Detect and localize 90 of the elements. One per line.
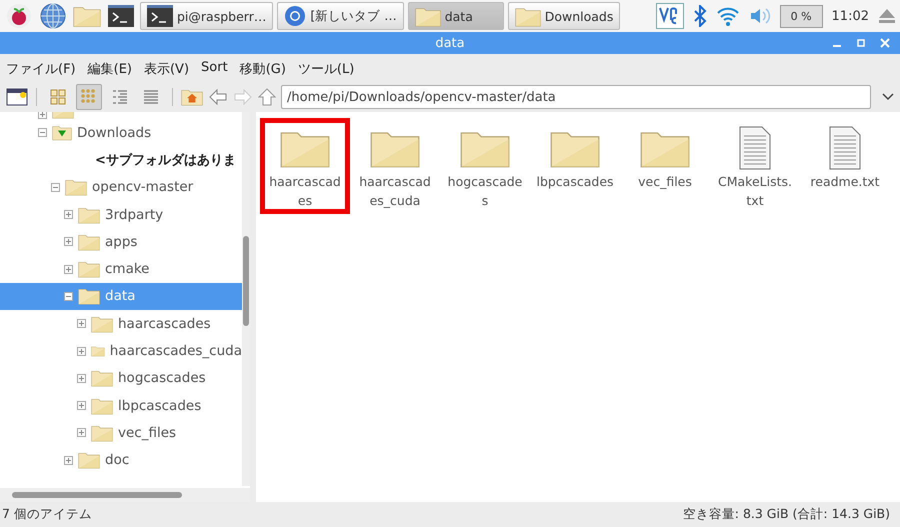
taskbar-button[interactable]: [新しいタブ … bbox=[277, 2, 404, 30]
browser-icon bbox=[284, 5, 306, 27]
tree-item[interactable]: Downloads bbox=[0, 119, 242, 146]
icon-view-icon bbox=[80, 88, 98, 106]
file-item[interactable]: CMakeLists.txt bbox=[716, 124, 794, 210]
folder-icon bbox=[91, 424, 113, 442]
file-item[interactable]: haarcascades bbox=[266, 124, 344, 210]
home-folder-icon[interactable] bbox=[181, 88, 203, 106]
expand-icon[interactable] bbox=[64, 456, 73, 465]
menu-item[interactable]: Sort bbox=[201, 60, 228, 78]
compact-view-icon bbox=[111, 88, 129, 106]
free-space: 空き容量: 8.3 GiB (合計: 14.3 GiB) bbox=[682, 506, 890, 523]
file-name: lbpcascades bbox=[536, 173, 614, 191]
expand-icon[interactable] bbox=[77, 428, 86, 438]
tree-item[interactable]: doc bbox=[0, 446, 242, 474]
menu-item[interactable]: ファイル(F) bbox=[6, 60, 76, 78]
folder-icon bbox=[91, 369, 113, 388]
wifi-icon[interactable] bbox=[716, 5, 740, 27]
file-item[interactable]: readme.txt bbox=[806, 124, 884, 191]
taskbar-button[interactable]: Downloads bbox=[508, 2, 620, 30]
tree-item[interactable]: lbpcascades bbox=[0, 392, 242, 420]
folder-icon bbox=[78, 260, 100, 278]
eject-icon[interactable] bbox=[878, 8, 896, 24]
back-arrow-icon[interactable] bbox=[208, 88, 228, 106]
tree-item[interactable]: apps bbox=[0, 228, 242, 256]
tree-item[interactable]: vec_files bbox=[0, 419, 242, 447]
folder-icon bbox=[78, 232, 100, 251]
taskbar-button[interactable]: pi@raspberr… bbox=[140, 2, 274, 30]
collapse-icon[interactable] bbox=[38, 128, 47, 138]
cpu-monitor[interactable]: 0 % bbox=[780, 4, 823, 28]
expand-icon[interactable] bbox=[77, 374, 86, 383]
menu-item[interactable]: 表示(V) bbox=[144, 60, 190, 78]
address-field[interactable]: /home/pi/Downloads/opencv-master/data bbox=[281, 85, 871, 109]
file-item[interactable]: lbpcascades bbox=[536, 124, 614, 191]
volume-icon[interactable] bbox=[748, 6, 771, 26]
file-item[interactable]: haarcascades_cuda bbox=[356, 124, 434, 210]
close-icon[interactable] bbox=[880, 38, 890, 48]
terminal-icon bbox=[108, 5, 134, 27]
folder-icon bbox=[78, 206, 100, 224]
clock[interactable]: 11:02 bbox=[832, 8, 869, 24]
file-name: CMakeLists.txt bbox=[717, 173, 793, 210]
file-item[interactable]: vec_files bbox=[626, 124, 704, 191]
file-name: vec_files bbox=[638, 173, 692, 191]
menu-item[interactable]: 移動(G) bbox=[240, 60, 286, 78]
sidebar-toggle-icon[interactable] bbox=[6, 87, 28, 107]
tree-item[interactable]: 3rdparty bbox=[0, 200, 242, 228]
expand-icon[interactable] bbox=[77, 401, 86, 410]
bluetooth-icon[interactable] bbox=[692, 5, 707, 27]
folder-icon bbox=[78, 287, 100, 306]
terminal-icon bbox=[147, 5, 173, 27]
file-name: haarcascades bbox=[268, 173, 342, 210]
download-folder-icon bbox=[52, 124, 72, 142]
window-title: data bbox=[435, 36, 465, 50]
tree-item[interactable]: cmake bbox=[0, 255, 242, 283]
thumbnail-view-icon bbox=[49, 88, 67, 106]
collapse-icon[interactable] bbox=[51, 182, 60, 192]
list-view-icon bbox=[142, 88, 160, 106]
text-file-icon bbox=[739, 126, 771, 170]
tree-item[interactable]: haarcascades_cuda bbox=[0, 337, 242, 365]
expand-icon[interactable] bbox=[64, 210, 73, 220]
tree-item[interactable]: haarcascades bbox=[0, 310, 242, 338]
tree-item[interactable]: opencv-master bbox=[0, 174, 242, 201]
dropdown-caret-icon[interactable] bbox=[882, 93, 894, 101]
tree-placeholder-text: <サブフォルダはありま bbox=[95, 152, 236, 169]
maximize-icon[interactable] bbox=[856, 38, 866, 48]
up-arrow-icon[interactable] bbox=[258, 88, 276, 106]
tree-item[interactable]: hogcascades bbox=[0, 364, 242, 392]
file-item[interactable]: hogcascades bbox=[446, 124, 524, 210]
folder-icon bbox=[65, 178, 87, 196]
expand-icon[interactable] bbox=[64, 264, 73, 274]
expand-icon[interactable] bbox=[77, 346, 86, 356]
taskbar-button[interactable]: data bbox=[408, 2, 504, 30]
globe-icon[interactable] bbox=[40, 3, 66, 29]
vnc-icon[interactable] bbox=[656, 3, 684, 29]
folder-icon bbox=[91, 314, 113, 333]
file-name: readme.txt bbox=[810, 173, 880, 191]
folder-icon bbox=[91, 396, 113, 415]
folder-icon bbox=[78, 451, 100, 470]
item-count: 7 個のアイテム bbox=[2, 506, 92, 523]
expand-icon[interactable] bbox=[77, 319, 86, 328]
file-name: haarcascades_cuda bbox=[358, 173, 432, 210]
folder-icon bbox=[414, 6, 441, 26]
collapse-icon[interactable] bbox=[64, 292, 73, 301]
file-name: hogcascades bbox=[446, 173, 524, 210]
expand-icon[interactable] bbox=[64, 237, 73, 246]
folder-icon bbox=[514, 6, 541, 26]
menu-item[interactable]: 編集(E) bbox=[88, 60, 132, 78]
raspberry-icon[interactable] bbox=[6, 3, 32, 29]
menu-item[interactable]: ツール(L) bbox=[298, 60, 354, 78]
text-file-icon bbox=[829, 126, 861, 170]
